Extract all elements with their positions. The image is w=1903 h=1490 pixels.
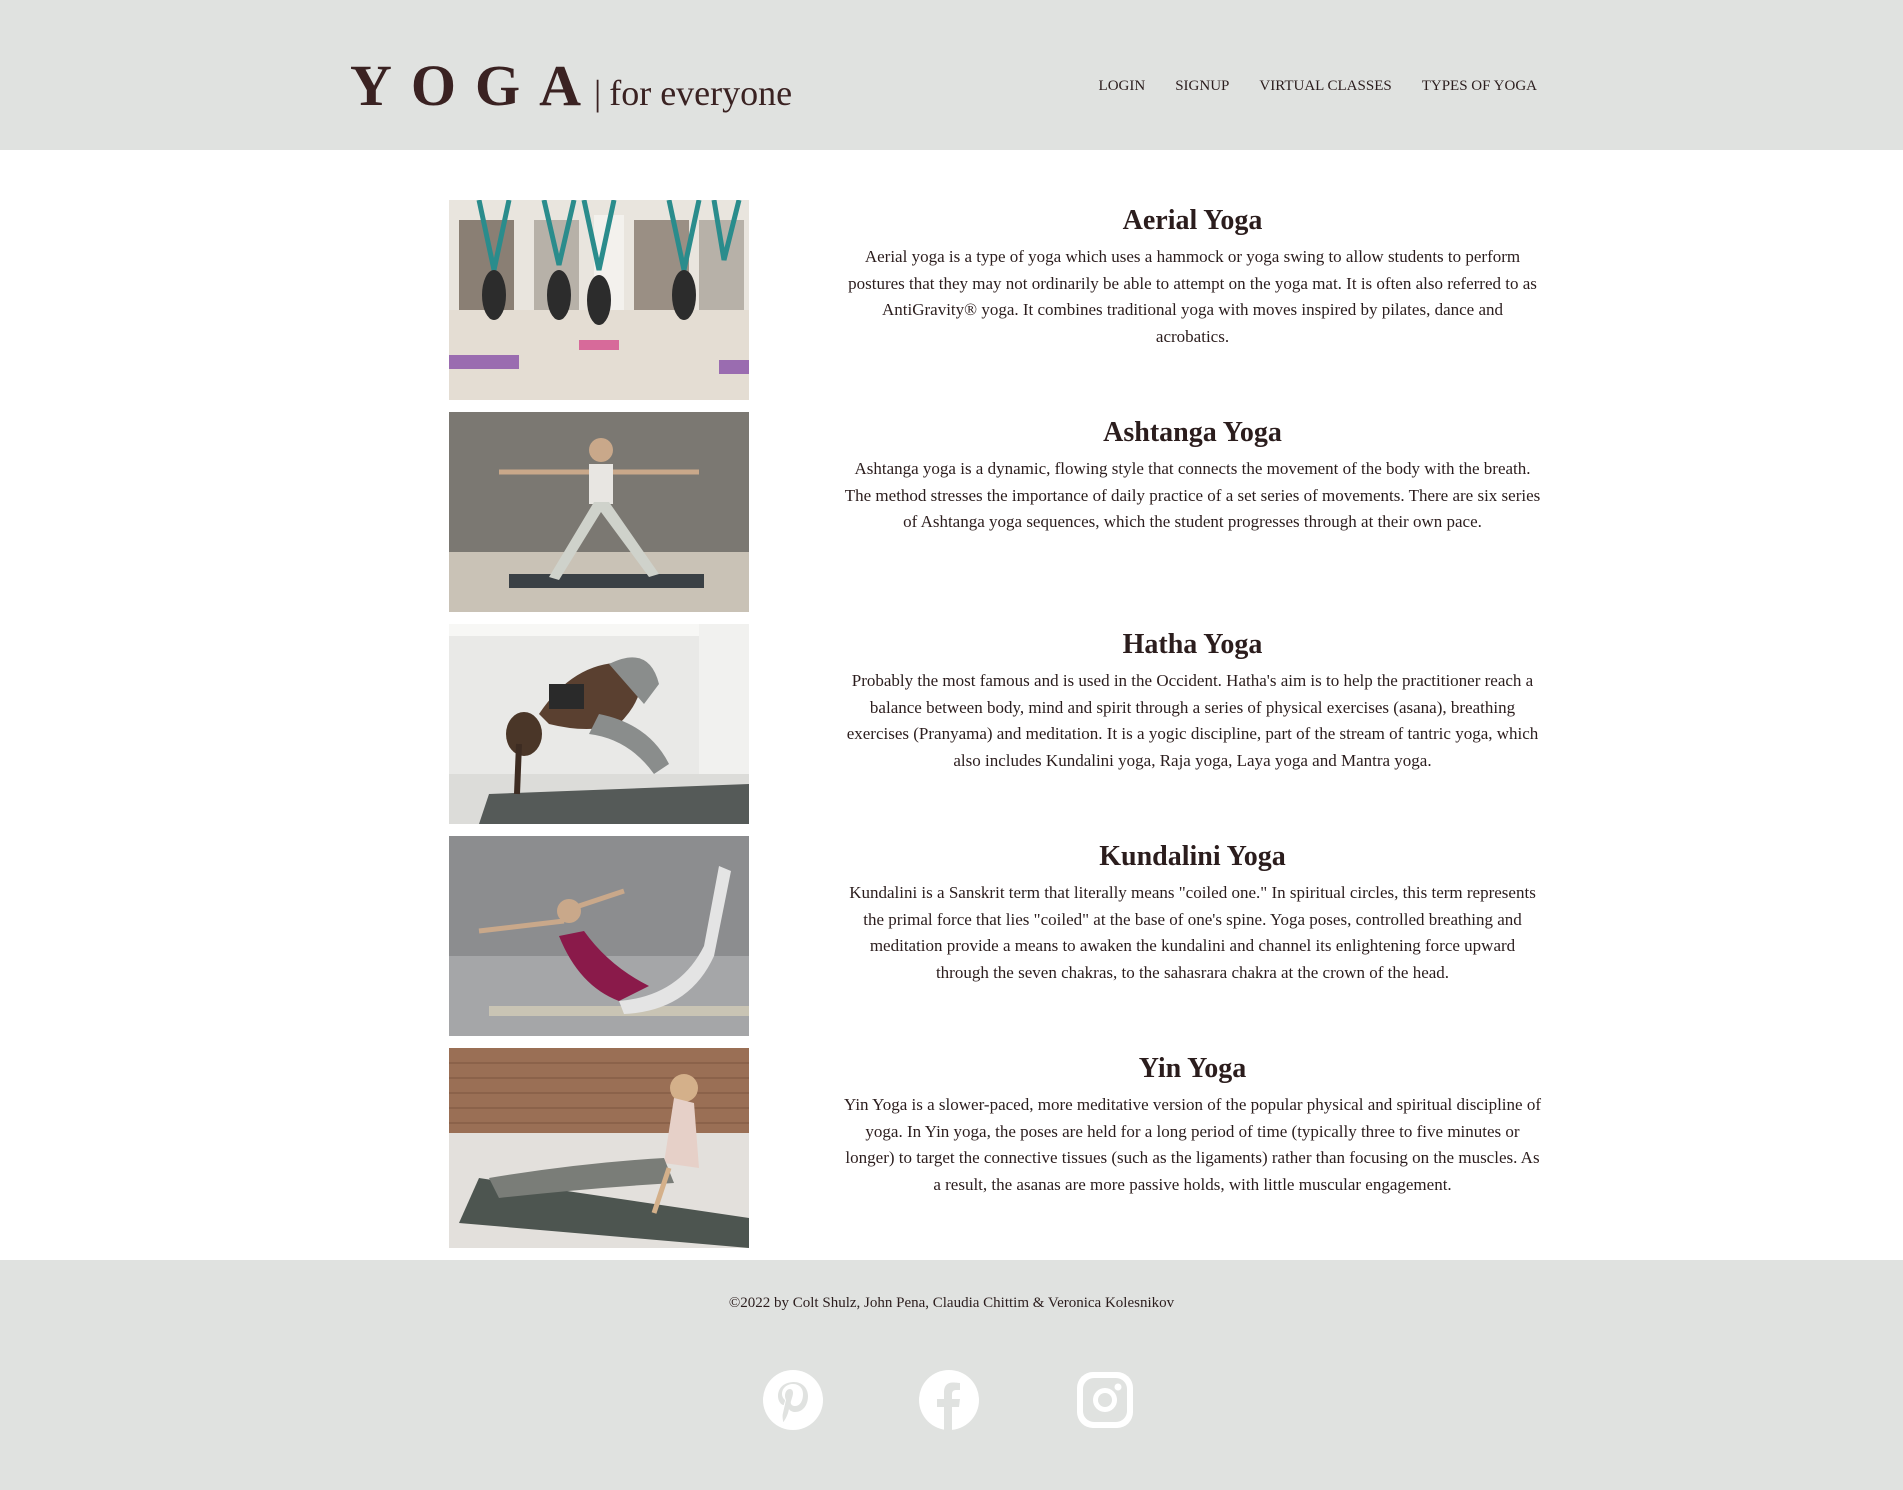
site-logo[interactable]: YOGA | for everyone xyxy=(350,52,792,119)
aerial-yoga-photo xyxy=(449,200,749,400)
yoga-type-description: Yin Yoga is a slower-paced, more meditat… xyxy=(844,1095,1541,1194)
yoga-type-description: Aerial yoga is a type of yoga which uses… xyxy=(848,247,1537,346)
pinterest-icon[interactable] xyxy=(763,1370,823,1430)
yoga-type-title: Kundalini Yoga xyxy=(1099,841,1286,872)
yoga-type-title: Hatha Yoga xyxy=(1122,629,1263,660)
yoga-type-text: Aerial Yoga Aerial yoga is a type of yog… xyxy=(844,200,1541,350)
hatha-yoga-photo xyxy=(449,624,749,824)
social-links xyxy=(763,1370,1135,1430)
ashtanga-yoga-photo xyxy=(449,412,749,612)
yoga-type-row: Aerial Yoga Aerial yoga is a type of yog… xyxy=(449,200,1541,400)
yoga-type-text: Ashtanga Yoga Ashtanga yoga is a dynamic… xyxy=(844,412,1541,536)
logo-wordmark: YOGA xyxy=(350,53,600,118)
yoga-types-list: Aerial Yoga Aerial yoga is a type of yog… xyxy=(0,150,1903,1260)
yoga-type-title: Ashtanga Yoga xyxy=(1103,417,1282,448)
nav-signup-link[interactable]: SIGNUP xyxy=(1175,78,1229,95)
yoga-type-description: Kundalini is a Sanskrit term that litera… xyxy=(849,883,1536,982)
kundalini-yoga-photo xyxy=(449,836,749,1036)
facebook-icon[interactable] xyxy=(919,1370,979,1430)
yoga-type-title: Yin Yoga xyxy=(1138,1053,1247,1084)
yoga-type-row: Kundalini Yoga Kundalini is a Sanskrit t… xyxy=(449,836,1541,1036)
logo-separator: | xyxy=(594,73,602,113)
yoga-type-text: Hatha Yoga Probably the most famous and … xyxy=(844,624,1541,774)
nav-virtual-classes-link[interactable]: VIRTUAL CLASSES xyxy=(1259,78,1391,95)
footer-credits: ©2022 by Colt Shulz, John Pena, Claudia … xyxy=(728,1295,1175,1311)
site-header: YOGA | for everyone LOGIN SIGNUP VIRTUAL… xyxy=(0,0,1903,150)
yoga-type-text: Kundalini Yoga Kundalini is a Sanskrit t… xyxy=(844,836,1541,986)
yoga-type-description: Ashtanga yoga is a dynamic, flowing styl… xyxy=(844,459,1541,531)
yoga-type-text: Yin Yoga Yin Yoga is a slower-paced, mor… xyxy=(844,1048,1541,1198)
site-footer: ©2022 by Colt Shulz, John Pena, Claudia … xyxy=(0,1260,1903,1490)
nav-types-of-yoga-link[interactable]: TYPES OF YOGA xyxy=(1422,78,1537,95)
yoga-type-row: Ashtanga Yoga Ashtanga yoga is a dynamic… xyxy=(449,412,1541,612)
yoga-type-row: Hatha Yoga Probably the most famous and … xyxy=(449,624,1541,824)
yin-yoga-photo xyxy=(449,1048,749,1248)
yoga-type-title: Aerial Yoga xyxy=(1122,205,1263,236)
nav-login-link[interactable]: LOGIN xyxy=(1099,78,1146,95)
main-nav: LOGIN SIGNUP VIRTUAL CLASSES TYPES OF YO… xyxy=(1099,78,1537,95)
yoga-type-description: Probably the most famous and is used in … xyxy=(846,671,1539,770)
instagram-icon[interactable] xyxy=(1075,1370,1135,1430)
yoga-type-row: Yin Yoga Yin Yoga is a slower-paced, mor… xyxy=(449,1048,1541,1248)
logo-tagline: for everyone xyxy=(609,73,793,113)
